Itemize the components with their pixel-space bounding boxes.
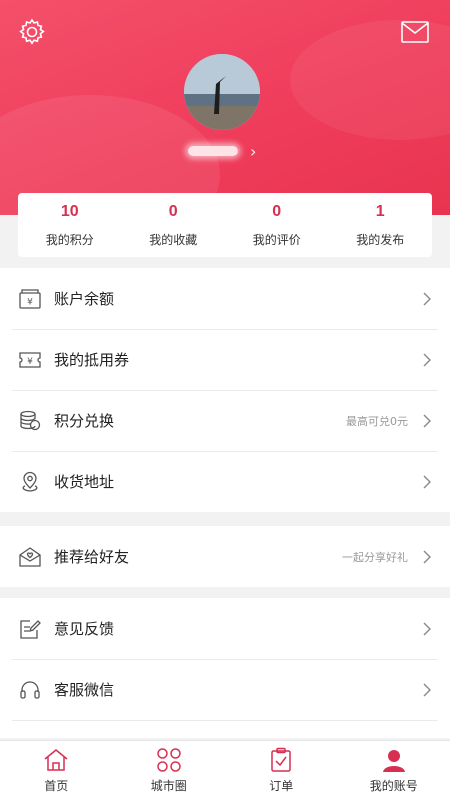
tab-orders[interactable]: 订单 (225, 741, 338, 800)
stat-value: 0 (272, 202, 282, 220)
stat-posts[interactable]: 1 我的发布 (329, 193, 433, 257)
menu-group-support: 意见反馈 客服微信 (0, 598, 450, 738)
tab-home[interactable]: 首页 (0, 741, 113, 800)
chevron-right-icon (422, 682, 432, 698)
grid-circles-icon (156, 747, 182, 773)
menu-item-wechat-support[interactable]: 客服微信 (0, 659, 450, 720)
menu-item-hint: 一起分享好礼 (342, 550, 408, 564)
tab-label: 首页 (44, 779, 69, 793)
stat-value: 10 (60, 202, 79, 220)
menu-group-share: 推荐给好友 一起分享好礼 (0, 526, 450, 587)
stat-value: 0 (168, 202, 178, 220)
stats-card: 10 我的积分 0 我的收藏 0 我的评价 1 我的发布 (18, 193, 432, 257)
coins-icon (18, 409, 42, 433)
coupon-icon: ¥ (18, 348, 42, 372)
stat-favorites[interactable]: 0 我的收藏 (122, 193, 226, 257)
chevron-right-icon (422, 549, 432, 565)
menu-item-coupons[interactable]: ¥ 我的抵用券 (0, 329, 450, 390)
tab-city-circle[interactable]: 城市圈 (113, 741, 226, 800)
stat-label: 我的积分 (45, 232, 94, 247)
svg-text:¥: ¥ (27, 297, 33, 307)
chevron-right-icon (422, 352, 432, 368)
menu-item-label: 意见反馈 (54, 620, 115, 638)
menu-item-hint: 最高可兑0元 (346, 414, 408, 428)
chevron-right-icon (422, 413, 432, 429)
stat-value: 1 (375, 202, 385, 220)
tab-label: 订单 (269, 779, 294, 793)
stat-points[interactable]: 10 我的积分 (18, 193, 122, 257)
menu-group-account: ¥ 账户余额 ¥ 我的抵用券 积分兑换 最高可兑0元 收货地址 (0, 268, 450, 512)
wallet-icon: ¥ (18, 287, 42, 311)
stat-label: 我的收藏 (149, 232, 198, 247)
menu-item-partial (0, 720, 450, 738)
user-icon (381, 747, 407, 773)
menu-item-recommend[interactable]: 推荐给好友 一起分享好礼 (0, 526, 450, 587)
menu-item-feedback[interactable]: 意见反馈 (0, 598, 450, 659)
menu-item-address[interactable]: 收货地址 (0, 451, 450, 512)
tab-my-account[interactable]: 我的账号 (338, 741, 450, 800)
gear-icon[interactable] (16, 16, 48, 48)
chevron-right-icon (422, 474, 432, 490)
chevron-right-icon: › (250, 141, 257, 161)
menu-item-label: 我的抵用券 (54, 351, 130, 369)
chevron-right-icon (422, 291, 432, 307)
menu-item-label: 收货地址 (54, 473, 115, 491)
menu-item-label: 推荐给好友 (54, 548, 130, 566)
menu-item-label: 账户余额 (54, 290, 115, 308)
edit-note-icon (18, 617, 42, 641)
mail-icon[interactable] (400, 20, 430, 44)
menu-item-balance[interactable]: ¥ 账户余额 (0, 268, 450, 329)
tab-label: 城市圈 (150, 779, 187, 793)
profile-header: › (0, 0, 450, 215)
clipboard-check-icon (268, 747, 294, 773)
menu-item-label: 积分兑换 (54, 412, 115, 430)
menu-item-label: 客服微信 (54, 681, 115, 699)
stat-label: 我的发布 (356, 232, 405, 247)
heart-envelope-icon (18, 545, 42, 569)
location-pin-icon (18, 470, 42, 494)
headset-icon (18, 678, 42, 702)
svg-text:¥: ¥ (27, 357, 33, 367)
stat-reviews[interactable]: 0 我的评价 (225, 193, 329, 257)
chevron-right-icon (422, 621, 432, 637)
bottom-tab-bar: 首页 城市圈 订单 我的账号 (0, 740, 450, 800)
username-row[interactable]: › (188, 141, 257, 161)
menu-item-points-exchange[interactable]: 积分兑换 最高可兑0元 (0, 390, 450, 451)
tab-label: 我的账号 (369, 779, 418, 793)
home-icon (43, 747, 69, 773)
stat-label: 我的评价 (252, 232, 301, 247)
username-redacted (188, 146, 238, 156)
avatar[interactable] (184, 54, 260, 130)
